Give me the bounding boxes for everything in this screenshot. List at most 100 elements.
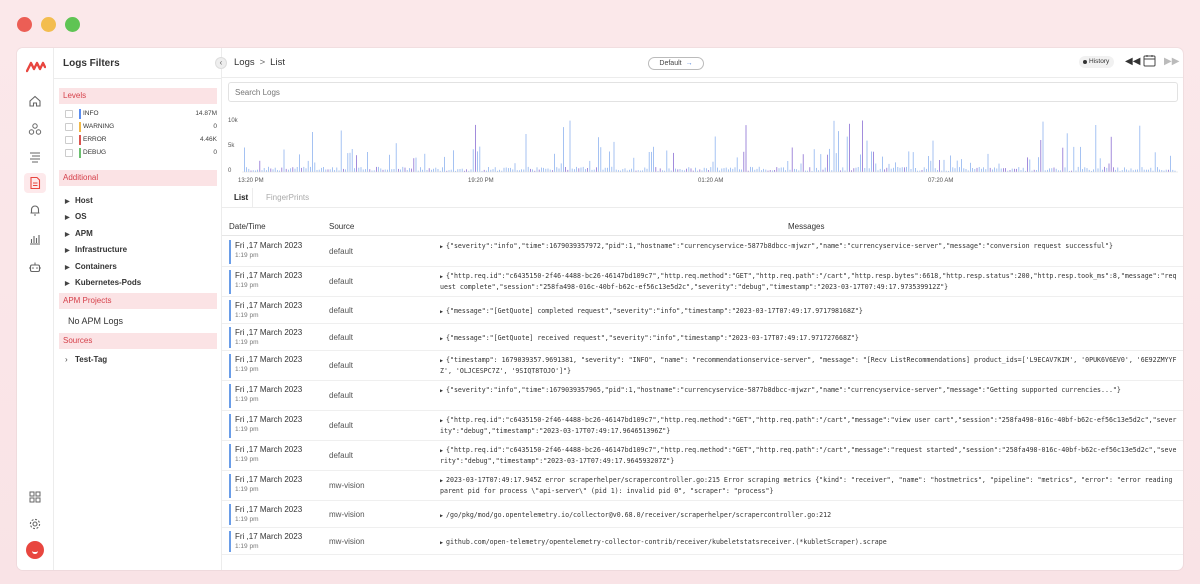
logs-icon[interactable] [28,176,42,190]
additional-section-header[interactable]: Additional [59,170,217,186]
chart-bar [332,167,333,172]
chart-bar [435,167,437,172]
expand-caret-icon[interactable]: ▶ [440,540,443,546]
level-filter-info[interactable]: INFO 14.87M [65,108,217,120]
expand-caret-icon[interactable]: ▶ [440,244,443,250]
table-row[interactable]: Fri ,17 March 2023 1:19 pm default ▶ {"http.… [222,441,1183,471]
level-checkbox[interactable] [65,136,73,144]
expand-caret-icon[interactable]: ▶ [440,513,443,519]
row-message[interactable]: ▶ github.com/open-telemetry/opentelemetry… [440,537,1178,548]
row-message[interactable]: ▶ {"severity":"info","time":1679039357972… [440,241,1178,252]
maximize-window-button[interactable] [65,17,80,32]
expand-caret-icon[interactable]: ▶ [440,358,443,364]
row-message[interactable]: ▶ {"http.req.id":"c6435150-2f46-4488-bc26… [440,445,1178,466]
table-row[interactable]: Fri ,17 March 2023 1:19 pm default ▶ {"times… [222,351,1183,381]
level-checkbox[interactable] [65,149,73,157]
search-logs-input[interactable] [235,88,1171,97]
apm-projects-section-header[interactable]: APM Projects [59,293,217,309]
table-row[interactable]: Fri ,17 March 2023 1:19 pm default ▶ {"http.… [222,411,1183,441]
column-header-source[interactable]: Source [329,222,354,231]
chart-bar [345,169,346,172]
chart-bar [686,168,687,172]
chart-bar [893,167,894,172]
expand-caret-icon[interactable]: ▶ [440,418,443,424]
chart-bar [1161,170,1163,172]
table-row[interactable]: Fri ,17 March 2023 1:19 pm mw-vision ▶/go/p… [222,501,1183,528]
robot-icon[interactable] [28,260,42,274]
chart-bar [1095,125,1097,172]
rewind-icon[interactable]: ◀◀ [1125,56,1140,68]
level-filter-warning[interactable]: WARNING 0 [65,121,217,133]
chart-bar [739,169,740,172]
chart-bar [668,168,670,172]
row-source: default [329,305,354,315]
saved-view-selector[interactable]: Default → [648,57,704,70]
tab-fingerprints[interactable]: FingerPrints [266,193,309,202]
filter-group-kubernetes-pods[interactable]: ▶ Kubernetes-Pods [65,278,141,287]
history-button[interactable]: History [1079,56,1115,68]
settings-gear-icon[interactable] [28,517,42,531]
row-message[interactable]: ▶ {"http.req.id":"c6435150-2f46-4488-bc26… [440,415,1178,436]
chart-bar [409,168,410,172]
infrastructure-icon[interactable] [28,122,42,136]
home-icon[interactable] [28,94,42,108]
expand-caret-icon[interactable]: ▶ [440,388,443,394]
calendar-icon[interactable] [1143,54,1156,71]
filter-group-apm[interactable]: ▶ APM [65,229,93,238]
alerts-bell-icon[interactable] [28,203,42,217]
level-checkbox[interactable] [65,110,73,118]
fast-forward-icon[interactable]: ▶▶ [1164,56,1179,68]
expand-caret-icon[interactable]: ▶ [440,336,443,342]
filter-group-infrastructure[interactable]: ▶ Infrastructure [65,245,127,254]
expand-caret-icon[interactable]: ▶ [440,478,443,484]
row-message[interactable]: ▶ {"message":"[GetQuote] received request… [440,333,1178,344]
column-header-messages[interactable]: Messages [788,222,824,231]
table-row[interactable]: Fri ,17 March 2023 1:19 pm mw-vision ▶ 2023-… [222,471,1183,501]
sources-section-header[interactable]: Sources [59,333,217,349]
brand-logo-icon[interactable] [26,60,46,74]
level-indicator [229,444,231,468]
chart-bar [450,169,452,172]
breadcrumb-logs[interactable]: Logs [234,57,255,68]
chart-bar [457,169,459,172]
expand-caret-icon[interactable]: ▶ [440,448,443,454]
row-message[interactable]: ▶ 2023-03-17T07:49:17.945Z error scraperh… [440,475,1178,496]
row-message[interactable]: ▶ {"timestamp": 1679039357.9691381, "seve… [440,355,1178,376]
table-row[interactable]: Fri ,17 March 2023 1:19 pm default ▶ {"messa… [222,324,1183,351]
level-filter-error[interactable]: ERROR 4.46K [65,134,217,146]
search-logs-field[interactable] [228,82,1178,102]
table-row[interactable]: Fri ,17 March 2023 1:19 pm mw-vision ▶ githu… [222,528,1183,555]
chart-bar [695,167,696,172]
dashboard-chart-icon[interactable] [28,232,42,246]
filter-group-host[interactable]: ▶ Host [65,196,93,205]
row-message[interactable]: ▶ {"message":"[GetQuote] completed reques… [440,306,1178,317]
chart-bar [901,167,903,172]
chart-bar [970,162,971,172]
chart-bar [899,167,901,172]
level-checkbox[interactable] [65,123,73,131]
close-window-button[interactable] [17,17,32,32]
level-indicator [229,504,231,525]
column-header-date[interactable]: Date/Time [229,222,266,231]
levels-section-header[interactable]: Levels [59,88,217,104]
source-item-test-tag[interactable]: › Test-Tag [65,355,107,364]
row-message[interactable]: ▶ {"http.req.id":"c6435150-2f46-4488-bc26… [440,271,1178,292]
tab-list[interactable]: List [234,193,248,202]
row-message[interactable]: ▶/go/pkg/mod/go.opentelemetry.io/collect… [440,510,1178,521]
table-row[interactable]: Fri ,17 March 2023 1:19 pm default ▶ {"messa… [222,297,1183,324]
apps-grid-icon[interactable] [28,490,42,504]
filter-group-containers[interactable]: ▶ Containers [65,262,117,271]
table-row[interactable]: Fri ,17 March 2023 1:19 pm default ▶ {"sever… [222,381,1183,411]
table-row[interactable]: Fri ,17 March 2023 1:19 pm default ▶ {"sever… [222,237,1183,267]
filter-group-os[interactable]: ▶ OS [65,212,87,221]
table-row[interactable]: Fri ,17 March 2023 1:19 pm default ▶ {"http.… [222,267,1183,297]
user-avatar[interactable] [26,541,44,559]
expand-caret-icon[interactable]: ▶ [440,309,443,315]
expand-caret-icon[interactable]: ▶ [440,274,443,280]
minimize-window-button[interactable] [41,17,56,32]
chart-bar [327,169,329,172]
row-message[interactable]: ▶ {"severity":"info","time":1679039357965… [440,385,1178,396]
level-filter-debug[interactable]: DEBUG 0 [65,147,217,159]
apm-list-icon[interactable] [28,150,42,164]
row-source: default [329,332,354,342]
